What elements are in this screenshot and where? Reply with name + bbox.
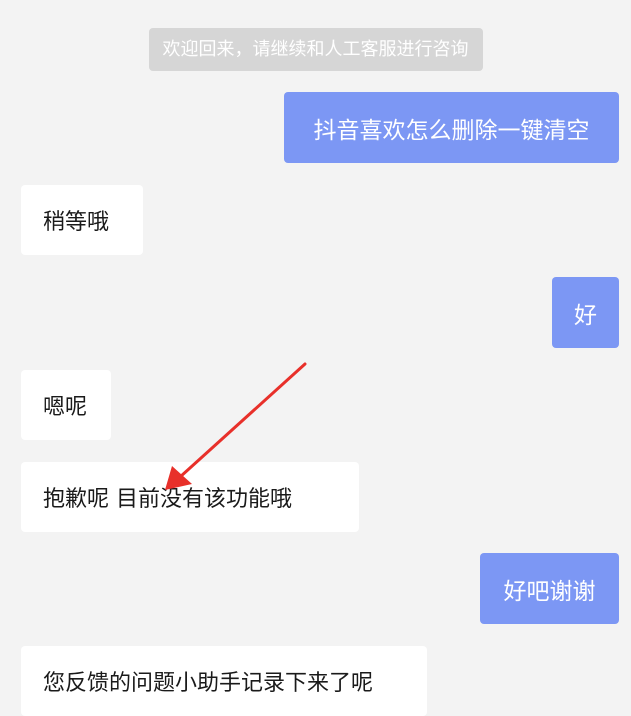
agent-message-bubble[interactable]: 稍等哦 bbox=[21, 185, 143, 255]
agent-message-bubble[interactable]: 抱歉呢 目前没有该功能哦 bbox=[21, 462, 359, 532]
agent-message-bubble[interactable]: 您反馈的问题小助手记录下来了呢 bbox=[21, 646, 427, 716]
system-notice: 欢迎回来，请继续和人工客服进行咨询 bbox=[148, 28, 483, 71]
user-message-bubble[interactable]: 好 bbox=[552, 277, 619, 348]
user-message-bubble[interactable]: 抖音喜欢怎么删除一键清空 bbox=[284, 92, 619, 163]
user-message-bubble[interactable]: 好吧谢谢 bbox=[480, 553, 619, 624]
agent-message-bubble[interactable]: 嗯呢 bbox=[21, 370, 111, 440]
chat-window: 欢迎回来，请继续和人工客服进行咨询 抖音喜欢怎么删除一键清空 稍等哦 好 嗯呢 … bbox=[0, 0, 631, 716]
